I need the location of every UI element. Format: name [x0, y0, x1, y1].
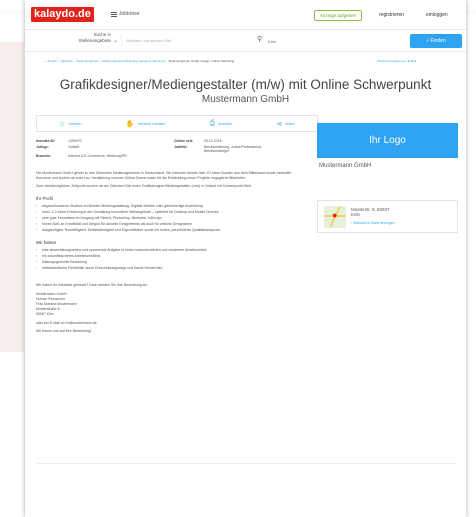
breadcrumb-item[interactable]: Stellenangebote	[76, 59, 98, 63]
map-thumbnail[interactable]: ●	[324, 206, 346, 228]
profile-heading: Ihr Profil	[36, 196, 53, 201]
share-label: teilen	[285, 121, 295, 126]
bookmark-label: merken	[68, 121, 82, 126]
chevron-down-icon[interactable]: ⌄	[113, 37, 118, 44]
job-description: Die Mustermann GmbH gehört zu den führen…	[36, 171, 306, 337]
closing-text: Wir freuen uns auf Ihre Bewerbung!	[36, 329, 92, 333]
register-link[interactable]: registrieren	[379, 12, 404, 18]
action-bar: ☆ merken ✋ Verstoß melden ⎙ drucken ⋖ teilen	[36, 115, 318, 132]
fact-label: Branche:	[36, 154, 52, 158]
hamburger-icon	[111, 11, 117, 17]
login-link[interactable]: einloggen	[426, 12, 448, 18]
breadcrumb-current[interactable]: Stellenangebote Grafik, Design, Online M…	[168, 59, 234, 63]
menu-label: Jobbörse	[119, 11, 140, 17]
page-frame: kalaydo.de Jobbörse Anzeige aufgeben reg…	[25, 0, 466, 517]
contact-line: 50667 Köln	[36, 312, 54, 316]
back-link[interactable]: « Zurück	[45, 59, 57, 63]
show-map-link[interactable]: › Standort in Karte anzeigen	[351, 221, 395, 225]
company-name: Mustermann GmbH	[201, 94, 290, 105]
site-logo[interactable]: kalaydo.de	[31, 7, 94, 22]
list-item: ausgeprägtes Teamfähigkeit, Selbstständi…	[36, 228, 306, 233]
contact-address: Mustermann GmbH Human Resources Frau Max…	[36, 292, 306, 317]
hands-icon: ✋	[125, 120, 135, 128]
footer-divider	[36, 463, 456, 464]
fact-value: Internet & E-Commerce, Werbung/PR	[68, 154, 127, 158]
star-icon: ☆	[59, 120, 66, 128]
fact-value: Vollzeit	[68, 145, 80, 149]
post-ad-button[interactable]: Anzeige aufgeben	[314, 10, 362, 21]
breadcrumb: « Zurück| Jobbörse› Stellenangebote› Ste…	[45, 59, 235, 63]
fact-label: Jobtyp:	[36, 145, 49, 149]
search-input[interactable]: Welchen Job suchen Sie?	[121, 35, 251, 46]
list-item: mittelständische Flexibilität, kurze Ent…	[36, 266, 306, 271]
top-header: kalaydo.de Jobbörse Anzeige aufgeben reg…	[25, 0, 466, 30]
report-button[interactable]: ✋ Verstoß melden	[126, 120, 166, 128]
share-icon: ⋖	[276, 120, 283, 128]
fact-label: Online seit:	[174, 139, 194, 143]
list-item: abgeschlossenes Studium im Bereich Medie…	[36, 204, 306, 209]
fact-value: 20.10.2016	[204, 139, 222, 143]
fact-value: Berufserfahrung, Junior/Professional, Be…	[204, 145, 262, 153]
page-title: Grafikdesigner/Mediengestalter (m/w) mit…	[59, 77, 432, 92]
list-item: mind. 2-3 Jahre Erfahrung in der Gestalt…	[36, 210, 306, 215]
location-pin-icon: ⚲	[257, 36, 263, 43]
list-item: hohes Maß an Kreativität und Gespür für …	[36, 222, 306, 227]
intro-paragraph: Die Mustermann GmbH gehört zu den führen…	[36, 171, 292, 180]
fact-label: Inserate-ID:	[36, 139, 56, 143]
intro-paragraph: Zum nächstmöglichen Zeitpunkt suchen wir…	[36, 184, 251, 188]
bookmark-button[interactable]: ☆ merken	[59, 120, 82, 128]
breadcrumb-item[interactable]: Stellenangebote Marketing, Design & Werb…	[102, 59, 164, 63]
list-item: eine abwechslungsreiche und spannende Au…	[36, 248, 306, 253]
contact-intro: Wir haben Ihr Interesse geweckt? Dann se…	[36, 283, 148, 287]
list-item: sehr gute Kenntnisse im Umgang mit Sketc…	[36, 216, 306, 221]
sidebar-company: Mustermann GmbH	[319, 163, 372, 169]
contact-email[interactable]: oder per E-Mail an hr@mustermann.de	[36, 321, 306, 326]
category-select[interactable]: Suche in Stellenangebote	[55, 32, 111, 44]
mail-alert-link[interactable]: Ähnliche Anzeigen per E-Mail	[377, 59, 416, 63]
main-menu[interactable]: Jobbörse	[111, 11, 140, 17]
map-pin-icon: ●	[332, 210, 338, 220]
list-item: ein zukunftssicheres Arbeitsverhältnis	[36, 254, 306, 259]
location-box: ● Musterstr. 8, 50937 Köln › Standort in…	[317, 200, 458, 233]
search-bar: Suche in Stellenangebote ⌄ Welchen Job s…	[25, 30, 466, 52]
report-label: Verstoß melden	[137, 121, 166, 126]
fact-value: 1094470	[68, 139, 82, 143]
company-logo: Ihr Logo	[317, 123, 458, 158]
share-button[interactable]: ⋖ teilen	[276, 120, 294, 128]
location-input[interactable]: Köln	[268, 39, 276, 44]
category-value: Stellenangebote	[78, 38, 111, 43]
find-button-label: Finden	[430, 38, 446, 44]
find-button[interactable]: ⌕ Finden	[410, 34, 462, 48]
background-panel	[0, 42, 24, 352]
print-button[interactable]: ⎙ drucken	[210, 120, 233, 128]
company-address: Musterstr. 8, 50937 Köln	[351, 207, 390, 217]
offer-heading: Wir bieten	[36, 240, 57, 245]
list-item: leistungsgerechte Bezahlung	[36, 260, 306, 265]
breadcrumb-item[interactable]: Jobbörse	[60, 59, 72, 63]
print-label: drucken	[218, 121, 233, 126]
address-line: Köln	[351, 212, 361, 217]
printer-icon: ⎙	[209, 119, 216, 127]
fact-label: Jobfeld:	[174, 145, 188, 149]
